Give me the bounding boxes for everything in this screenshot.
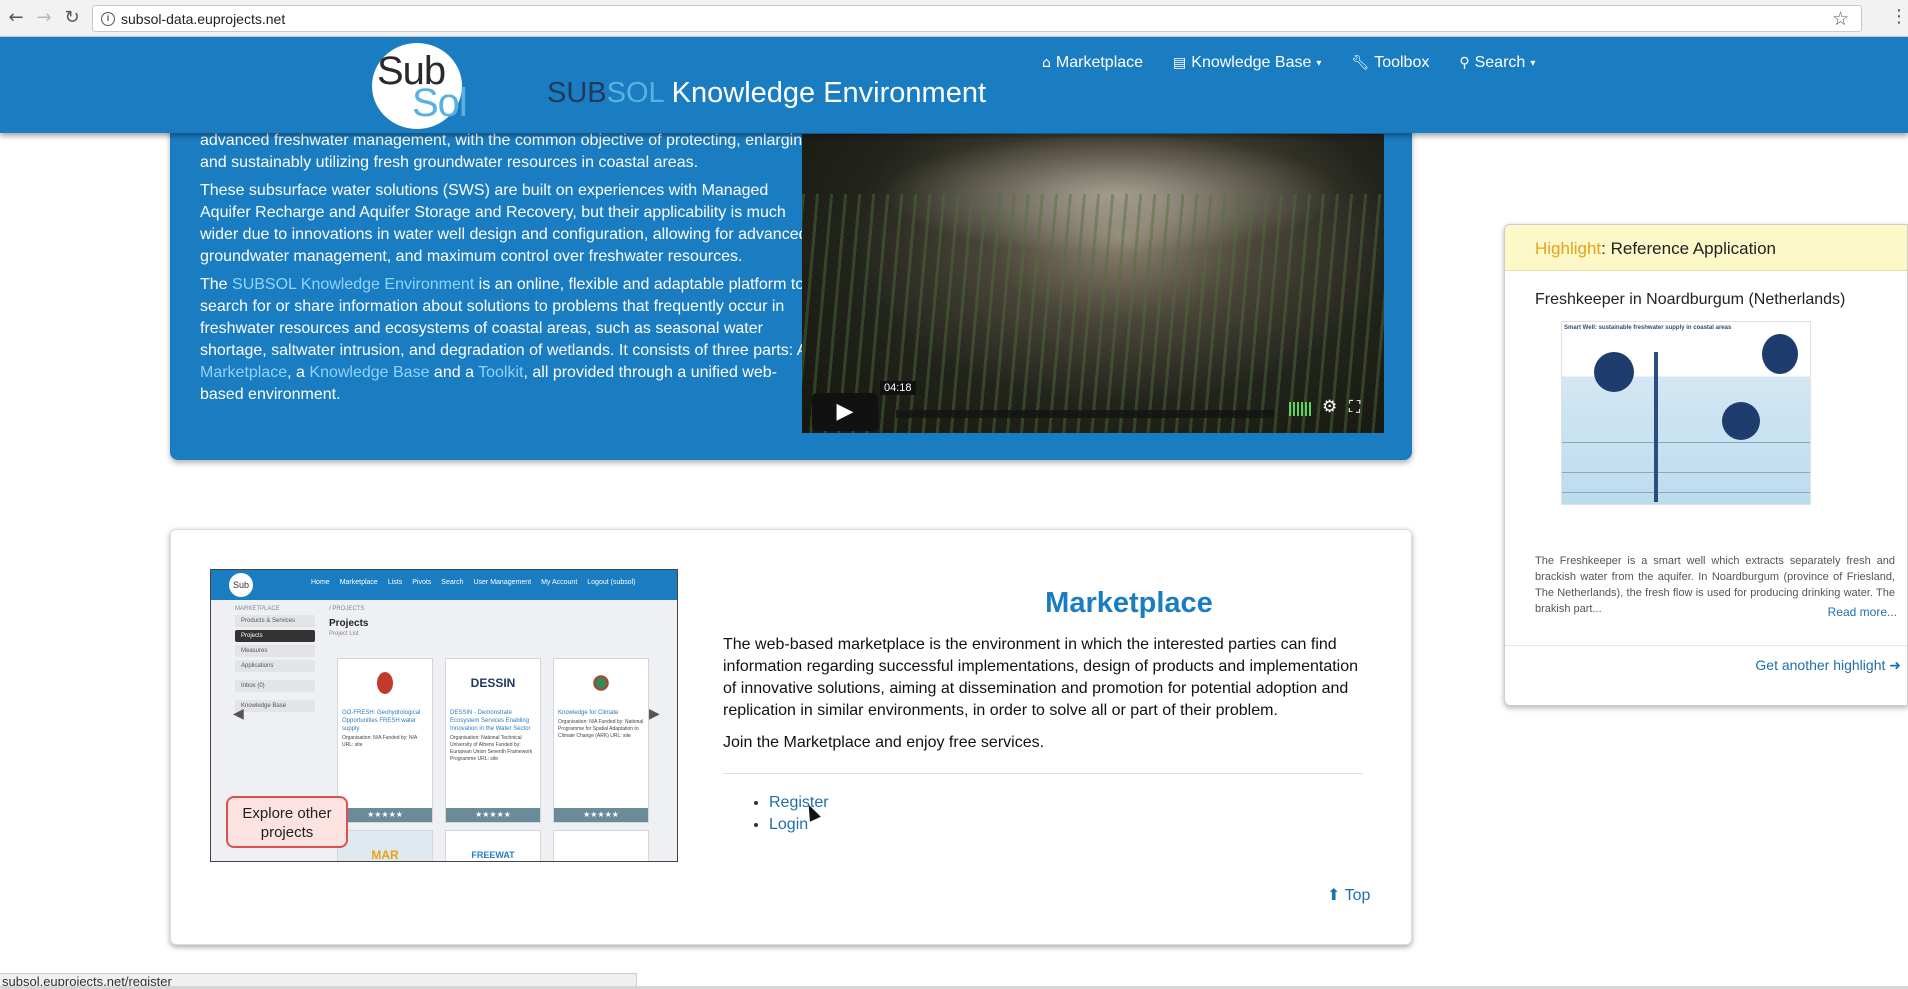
mini-card: GO-FRESH: Geohydrological Opportunities … — [337, 658, 433, 823]
mini-card: MAR — [337, 830, 433, 861]
caret-icon: ▾ — [1530, 57, 1536, 69]
bookmark-star-icon[interactable]: ☆ — [1832, 8, 1849, 30]
mini-nav: Home Marketplace Lists Pivots Search User Man… — [311, 579, 636, 586]
nav-search[interactable]: ⚲ Search ▾ — [1459, 54, 1535, 72]
register-link[interactable]: Register — [769, 794, 829, 811]
back-to-top-link[interactable]: ⬆ Top — [1327, 885, 1370, 905]
site-header: Sub Sol SUBSOL Knowledge Environment ⌂ Ma… — [0, 37, 1908, 133]
toolkit-link[interactable]: Toolkit — [478, 364, 523, 381]
knowledge-base-link[interactable]: Knowledge Base — [309, 364, 429, 381]
mini-card: FREEWAT — [445, 830, 541, 861]
explore-callout: Explore other projects — [226, 796, 348, 848]
fullscreen-icon[interactable]: ⛶ — [1349, 397, 1360, 417]
browser-menu-icon[interactable]: ⋮ — [1890, 6, 1908, 27]
search-icon: ⚲ — [1459, 55, 1470, 71]
address-bar[interactable]: i subsol-data.euprojects.net ☆ — [92, 5, 1862, 32]
marketplace-description: The web-based marketplace is the environ… — [723, 636, 1359, 751]
highlight-panel: Highlight: Reference Application Freshke… — [1504, 224, 1908, 706]
caret-icon: ▾ — [1316, 57, 1322, 69]
highlight-header: Highlight: Reference Application — [1505, 225, 1907, 271]
mini-card — [553, 830, 649, 861]
list-icon: ▤ — [1173, 55, 1187, 71]
subsol-ke-link[interactable]: SUBSOL Knowledge Environment — [232, 276, 474, 293]
video-progress-bar[interactable] — [896, 410, 1274, 418]
intro-text: advanced freshwater management, with the… — [200, 130, 820, 412]
login-link[interactable]: Login — [769, 816, 808, 833]
video-player[interactable]: ▶ 04:18 ⚙ ⛶ — [802, 134, 1384, 433]
reload-icon[interactable]: ↻ — [60, 6, 84, 30]
intro-paragraph: These subsurface water solutions (SWS) a… — [200, 182, 808, 265]
carousel-next-icon[interactable]: ▶ — [649, 706, 660, 722]
main-nav: ⌂ Marketplace ▤ Knowledge Base ▾ 🔧︎ Toolbox … — [1042, 54, 1535, 72]
divider — [723, 773, 1363, 774]
arrow-up-circle-icon: ⬆ — [1327, 885, 1341, 904]
carousel-prev-icon[interactable]: ◀ — [233, 706, 244, 722]
wrench-icon: 🔧︎ — [1351, 55, 1370, 71]
intro-paragraph: The SUBSOL Knowledge Environment is an o… — [200, 276, 807, 403]
mini-header: Sub Home Marketplace Lists Pivots Search User… — [211, 570, 677, 600]
mini-sidebar: MARKETPLACE Products & Services Projects… — [235, 606, 315, 766]
nav-toolbox[interactable]: 🔧︎ Toolbox — [1351, 54, 1429, 72]
intro-paragraph: advanced freshwater management, with the… — [200, 132, 812, 171]
intro-panel: advanced freshwater management, with the… — [170, 100, 1412, 460]
nav-knowledge-base[interactable]: ▤ Knowledge Base ▾ — [1173, 54, 1321, 72]
arrow-right-circle-icon: ➜ — [1889, 658, 1901, 674]
marketplace-screenshot[interactable]: Sub Home Marketplace Lists Pivots Search User… — [210, 569, 678, 862]
marketplace-panel: Sub Home Marketplace Lists Pivots Search User… — [170, 529, 1412, 945]
url-text: subsol-data.euprojects.net — [121, 11, 286, 27]
play-button[interactable]: ▶ — [812, 393, 878, 431]
read-more-link[interactable]: Read more... — [1828, 605, 1897, 619]
browser-toolbar: ← → ↻ i subsol-data.euprojects.net ☆ ⋮ — [0, 0, 1908, 37]
info-icon[interactable]: i — [101, 12, 115, 26]
back-icon[interactable]: ← — [4, 6, 28, 30]
mini-card: DESSIN DESSIN - Demonstrate Ecosystem Se… — [445, 658, 541, 823]
nav-marketplace[interactable]: ⌂ Marketplace — [1042, 54, 1143, 72]
marketplace-heading: Marketplace — [1045, 587, 1213, 619]
get-another-highlight-link[interactable]: Get another highlight ➜ — [1755, 657, 1901, 674]
forward-icon[interactable]: → — [32, 6, 56, 30]
marketplace-link[interactable]: Marketplace — [200, 364, 287, 381]
mini-card: Knowledge for Climate Organisation: N/A F… — [553, 658, 649, 823]
volume-icon[interactable] — [1289, 402, 1311, 416]
video-time: 04:18 — [880, 381, 916, 395]
mini-logo: Sub — [229, 573, 253, 597]
site-title: SUBSOL Knowledge Environment — [547, 77, 987, 109]
highlight-title: Freshkeeper in Noardburgum (Netherlands) — [1535, 291, 1846, 308]
subsol-logo[interactable]: Sub Sol — [372, 43, 468, 129]
gear-icon[interactable]: ⚙ — [1322, 397, 1337, 417]
freshkeeper-diagram[interactable]: Smart Well: sustainable freshwater suppl… — [1561, 321, 1811, 505]
divider — [1505, 645, 1907, 646]
home-icon: ⌂ — [1042, 55, 1051, 71]
